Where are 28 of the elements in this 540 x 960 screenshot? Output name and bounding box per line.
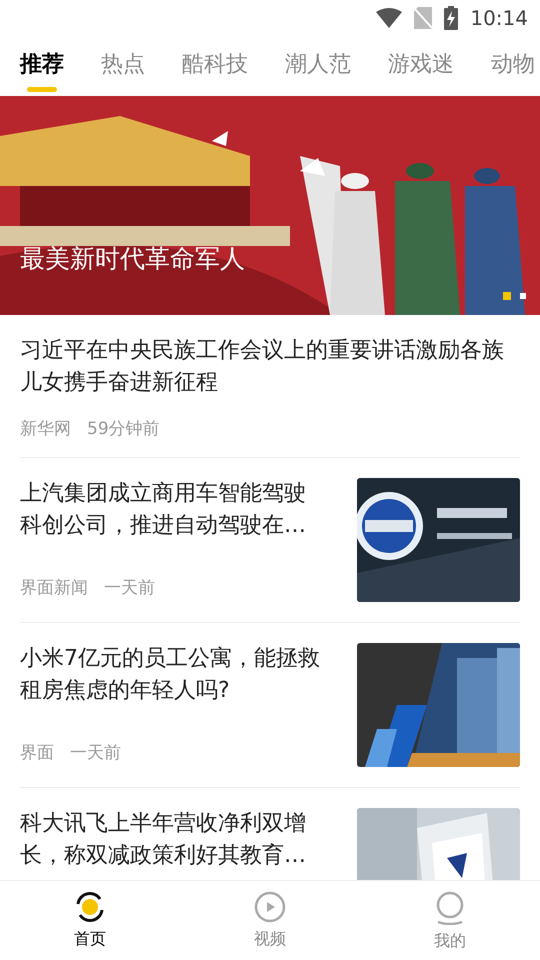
category-tab[interactable]: 推荐	[20, 50, 64, 80]
nav-tab[interactable]: 视频	[180, 881, 360, 960]
nav-tab[interactable]: 首页	[0, 881, 180, 960]
category-tab[interactable]: 动物	[491, 50, 535, 80]
article-source: 新华网	[20, 418, 71, 441]
nav-tab[interactable]: 我的	[360, 881, 540, 960]
no-sim-icon	[414, 7, 432, 29]
home-icon	[74, 891, 106, 923]
article-title[interactable]: 习近平在中央民族工作会议上的重要讲话激励各族儿女携手奋进新征程	[20, 335, 508, 399]
article-time: 59分钟前	[87, 418, 160, 441]
user-icon	[434, 891, 466, 925]
banner-title: 最美新时代革命军人	[20, 243, 245, 275]
article-title[interactable]: 上汽集团成立商用车智能驾驶科创公司，推进自动驾驶在…	[20, 478, 320, 542]
play-icon	[254, 891, 286, 923]
category-tab[interactable]: 游戏迷	[388, 50, 454, 80]
wifi-icon	[376, 8, 402, 28]
category-tab[interactable]: 酷科技	[182, 50, 248, 80]
article-title[interactable]: 小米7亿元的员工公寓，能拯救租房焦虑的年轻人吗?	[20, 642, 320, 706]
article-time: 一天前	[104, 577, 155, 600]
category-tab[interactable]: 潮人范	[285, 50, 351, 80]
article-source: 界面新闻	[20, 577, 88, 600]
banner[interactable]: 最美新时代革命军人	[0, 96, 540, 315]
article-source: 界面	[20, 742, 54, 765]
battery-charging-icon	[444, 6, 458, 30]
article-time: 一天前	[70, 742, 121, 765]
category-tab[interactable]: 热点	[101, 50, 145, 80]
article-title[interactable]: 科大讯飞上半年营收净利双增长，称双减政策利好其教育…	[20, 808, 320, 872]
clock-time: 10:14	[470, 5, 528, 32]
